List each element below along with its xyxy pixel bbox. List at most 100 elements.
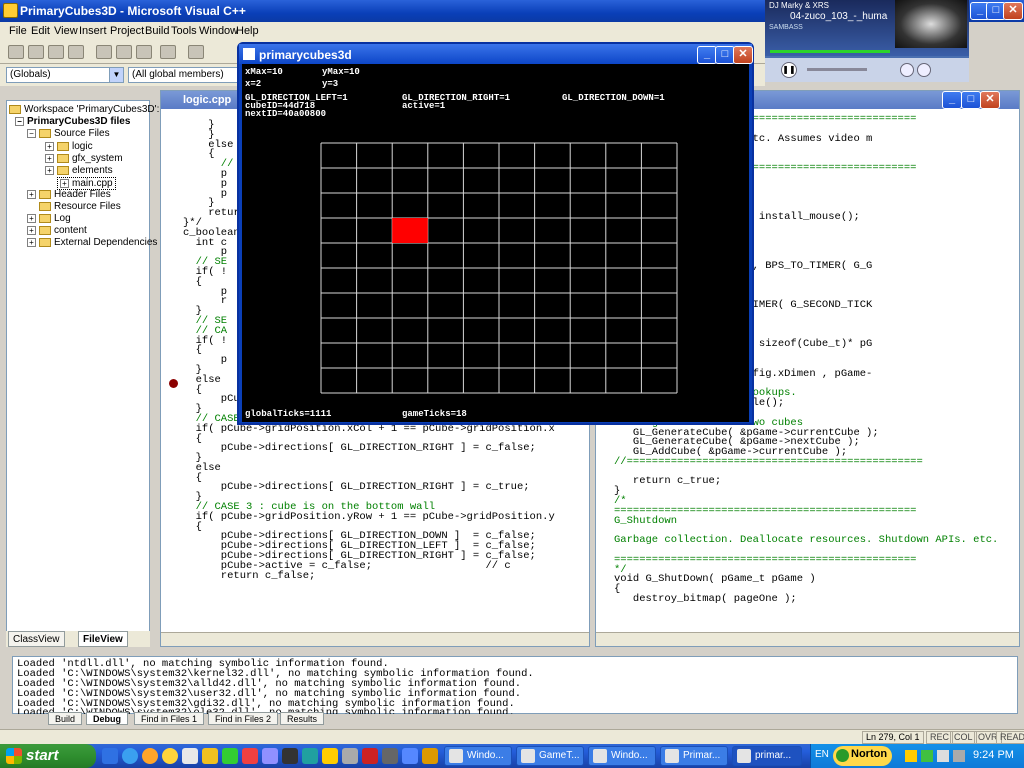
- menu-build[interactable]: Build: [145, 25, 169, 37]
- workspace-root[interactable]: Workspace 'PrimaryCubes3D':: [9, 104, 159, 115]
- menu-insert[interactable]: Insert: [79, 25, 107, 37]
- game-titlebar[interactable]: primarycubes3d _ □ ✕: [239, 44, 753, 64]
- menu-edit[interactable]: Edit: [31, 25, 50, 37]
- app-icon[interactable]: [362, 748, 378, 764]
- scope-combo[interactable]: (Globals) ▼: [6, 67, 124, 83]
- tab-fileview[interactable]: FileView: [78, 631, 128, 647]
- tree-elements[interactable]: + elements: [45, 165, 113, 176]
- editor-right-close[interactable]: ✕: [980, 91, 1000, 109]
- open-folder-icon[interactable]: [28, 45, 44, 59]
- expand-icon[interactable]: +: [45, 141, 54, 151]
- next-track-icon[interactable]: [917, 63, 931, 77]
- app-icon[interactable]: [322, 748, 338, 764]
- menu-project[interactable]: Project: [110, 25, 144, 37]
- tab-classview[interactable]: ClassView: [8, 631, 65, 647]
- chat-icon[interactable]: [222, 748, 238, 764]
- app-icon[interactable]: [402, 748, 418, 764]
- breakpoint-icon[interactable]: [169, 379, 178, 388]
- output-pane[interactable]: Loaded 'ntdll.dll', no matching symbolic…: [12, 656, 1018, 714]
- show-desktop-icon[interactable]: [102, 748, 118, 764]
- expand-icon[interactable]: +: [27, 225, 36, 235]
- app-icon[interactable]: [422, 748, 438, 764]
- expand-icon[interactable]: +: [45, 165, 54, 175]
- copy-icon[interactable]: [116, 45, 132, 59]
- menu-window[interactable]: Window: [199, 25, 238, 37]
- tab-find-in-files-2[interactable]: Find in Files 2: [208, 712, 279, 725]
- members-combo[interactable]: (All global members): [128, 67, 238, 83]
- expand-icon[interactable]: +: [27, 213, 36, 223]
- app-icon[interactable]: [382, 748, 398, 764]
- start-button[interactable]: start: [0, 744, 96, 768]
- tray-icon[interactable]: [937, 750, 949, 762]
- game-canvas[interactable]: xMax=10 yMax=10 x=2 y=3 GL_DIRECTION_LEF…: [242, 64, 749, 422]
- save-icon[interactable]: [48, 45, 64, 59]
- game-close-button[interactable]: ✕: [733, 46, 753, 64]
- tree-resource-files[interactable]: Resource Files: [39, 201, 121, 212]
- tray-icon[interactable]: [921, 750, 933, 762]
- redo-icon[interactable]: [188, 45, 204, 59]
- messenger-icon[interactable]: [162, 748, 178, 764]
- editor-right-minimize[interactable]: _: [942, 91, 962, 109]
- taskbar-item-primarycubes3d[interactable]: Primar...: [660, 746, 728, 766]
- game-maximize-button[interactable]: □: [715, 46, 735, 64]
- collapse-icon[interactable]: −: [27, 128, 36, 138]
- app-icon[interactable]: [302, 748, 318, 764]
- game-minimize-button[interactable]: _: [697, 46, 717, 64]
- speaker-icon[interactable]: [953, 750, 965, 762]
- menu-help[interactable]: Help: [236, 25, 259, 37]
- tree-external-dependencies[interactable]: + External Dependencies: [27, 237, 157, 248]
- stop-icon[interactable]: [900, 63, 914, 77]
- media-icon[interactable]: [182, 748, 198, 764]
- app-icon[interactable]: [242, 748, 258, 764]
- right-horizontal-scrollbar[interactable]: [596, 632, 1019, 646]
- expand-icon[interactable]: +: [27, 189, 36, 199]
- folder-icon[interactable]: [202, 748, 218, 764]
- new-file-icon[interactable]: [8, 45, 24, 59]
- language-indicator[interactable]: EN: [815, 749, 829, 760]
- volume-slider[interactable]: [807, 68, 867, 71]
- taskbar-item-primarycubes3d-game[interactable]: primar...: [732, 746, 802, 766]
- expand-icon[interactable]: +: [27, 237, 36, 247]
- terminal-icon[interactable]: [282, 748, 298, 764]
- expand-icon[interactable]: +: [45, 153, 54, 163]
- tree-source-files[interactable]: − Source Files: [27, 128, 110, 139]
- taskbar-item-gamet[interactable]: GameT...: [516, 746, 584, 766]
- close-button[interactable]: ✕: [1003, 2, 1023, 20]
- editor-right-maximize[interactable]: □: [961, 91, 981, 109]
- folder-icon: [39, 225, 51, 235]
- menu-view[interactable]: View: [54, 25, 78, 37]
- media-player[interactable]: DJ Marky & XRS 04-zuco_103_-_huma SAMBAS…: [765, 0, 969, 82]
- tab-find-in-files-1[interactable]: Find in Files 1: [134, 712, 205, 725]
- cut-icon[interactable]: [96, 45, 112, 59]
- left-horizontal-scrollbar[interactable]: [161, 632, 589, 646]
- tree-gfx-system[interactable]: + gfx_system: [45, 153, 123, 164]
- tab-results[interactable]: Results: [280, 712, 325, 725]
- scope-dropdown-arrow-icon[interactable]: ▼: [109, 68, 123, 82]
- game-window[interactable]: primarycubes3d _ □ ✕ xMax=10 yMax=10 x=2…: [237, 42, 754, 425]
- tab-debug[interactable]: Debug: [86, 712, 128, 725]
- tree-log[interactable]: + Log: [27, 213, 71, 224]
- paste-icon[interactable]: [136, 45, 152, 59]
- tab-build[interactable]: Build: [48, 712, 83, 725]
- project-node[interactable]: − PrimaryCubes3D files: [15, 116, 130, 127]
- norton-button[interactable]: Norton: [833, 746, 893, 766]
- undo-icon[interactable]: [160, 45, 176, 59]
- firefox-icon[interactable]: [142, 748, 158, 764]
- tree-header-files[interactable]: + Header Files: [27, 189, 111, 200]
- tree-content[interactable]: + content: [27, 225, 87, 236]
- taskbar-item-windows-1[interactable]: Windo...: [444, 746, 512, 766]
- pause-icon[interactable]: ❚❚: [781, 62, 797, 78]
- media-seek-bar[interactable]: [770, 50, 890, 53]
- save-all-icon[interactable]: [68, 45, 84, 59]
- members-combo-value: (All global members): [132, 69, 224, 80]
- menu-tools[interactable]: Tools: [171, 25, 197, 37]
- tree-logic[interactable]: + logic: [45, 141, 93, 152]
- album-art: [895, 0, 967, 48]
- tray-icon[interactable]: [905, 750, 917, 762]
- collapse-icon[interactable]: −: [15, 116, 24, 126]
- menu-file[interactable]: File: [9, 25, 27, 37]
- internet-explorer-icon[interactable]: [122, 748, 138, 764]
- app-icon[interactable]: [262, 748, 278, 764]
- app-icon[interactable]: [342, 748, 358, 764]
- taskbar-item-windows-2[interactable]: Windo...: [588, 746, 656, 766]
